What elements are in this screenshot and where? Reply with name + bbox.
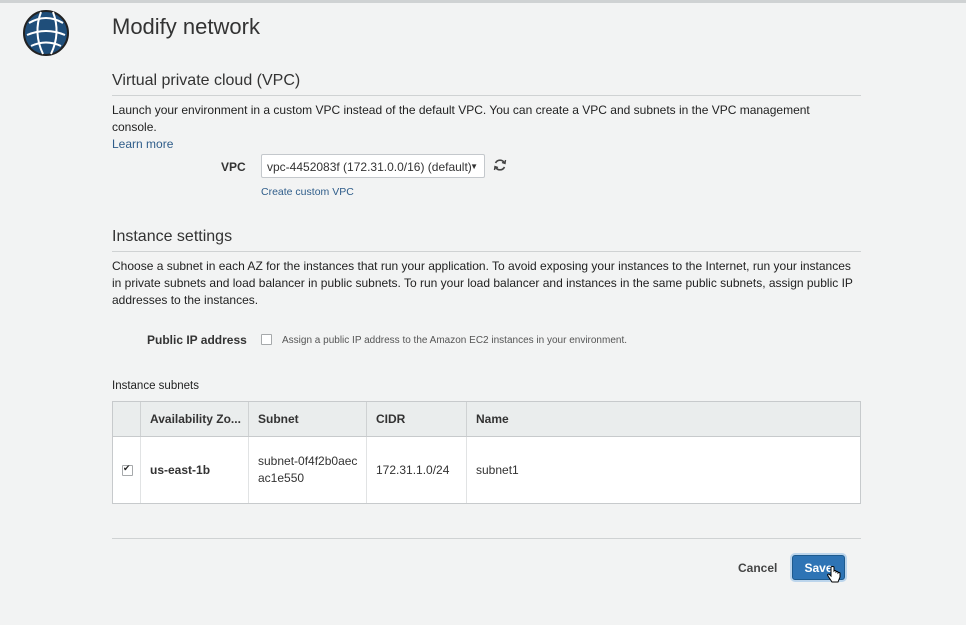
row-checkbox[interactable] — [122, 463, 133, 476]
instance-subnets-label: Instance subnets — [112, 380, 199, 392]
cidr-cell: 172.31.1.0/24 — [367, 437, 467, 503]
name-cell: subnet1 — [476, 463, 519, 477]
hand-pointer-icon — [827, 566, 841, 583]
vpc-label: VPC — [221, 160, 246, 174]
column-header-cidr[interactable]: CIDR — [367, 402, 467, 436]
vpc-description-text: Launch your environment in a custom VPC … — [112, 103, 810, 134]
public-ip-label: Public IP address — [147, 333, 247, 347]
subnet-cell: subnet-0f4f2b0aecac1e550 — [249, 437, 367, 503]
vpc-section-heading: Virtual private cloud (VPC) — [112, 72, 861, 96]
chevron-down-icon: ▼ — [470, 162, 478, 171]
column-header-name[interactable]: Name — [467, 402, 860, 436]
elastic-beanstalk-logo-icon — [23, 10, 69, 56]
vpc-select[interactable]: vpc-4452083f (172.31.0.0/16) (default) ▼ — [261, 154, 485, 178]
learn-more-link[interactable]: Learn more — [112, 137, 173, 151]
row-select-cell — [113, 437, 141, 503]
page-title: Modify network — [112, 14, 260, 39]
public-ip-checkbox[interactable] — [261, 334, 272, 345]
vpc-select-value: vpc-4452083f (172.31.0.0/16) (default) — [267, 160, 472, 174]
instance-settings-heading: Instance settings — [112, 228, 861, 252]
table-header: Availability Zo... Subnet CIDR Name — [113, 402, 860, 437]
cancel-button[interactable]: Cancel — [738, 561, 777, 575]
subnet-table: Availability Zo... Subnet CIDR Name us-e… — [112, 401, 861, 504]
vpc-description: Launch your environment in a custom VPC … — [112, 102, 857, 153]
public-ip-hint: Assign a public IP address to the Amazon… — [282, 335, 628, 346]
column-header-az[interactable]: Availability Zo... — [141, 402, 249, 436]
select-column-header — [113, 402, 141, 436]
refresh-icon[interactable] — [493, 158, 507, 172]
instance-settings-description: Choose a subnet in each AZ for the insta… — [112, 259, 853, 307]
az-cell: us-east-1b — [141, 437, 249, 503]
column-header-subnet[interactable]: Subnet — [249, 402, 367, 436]
top-border — [0, 0, 966, 3]
footer-divider — [112, 538, 861, 539]
create-custom-vpc-link[interactable]: Create custom VPC — [261, 186, 354, 198]
